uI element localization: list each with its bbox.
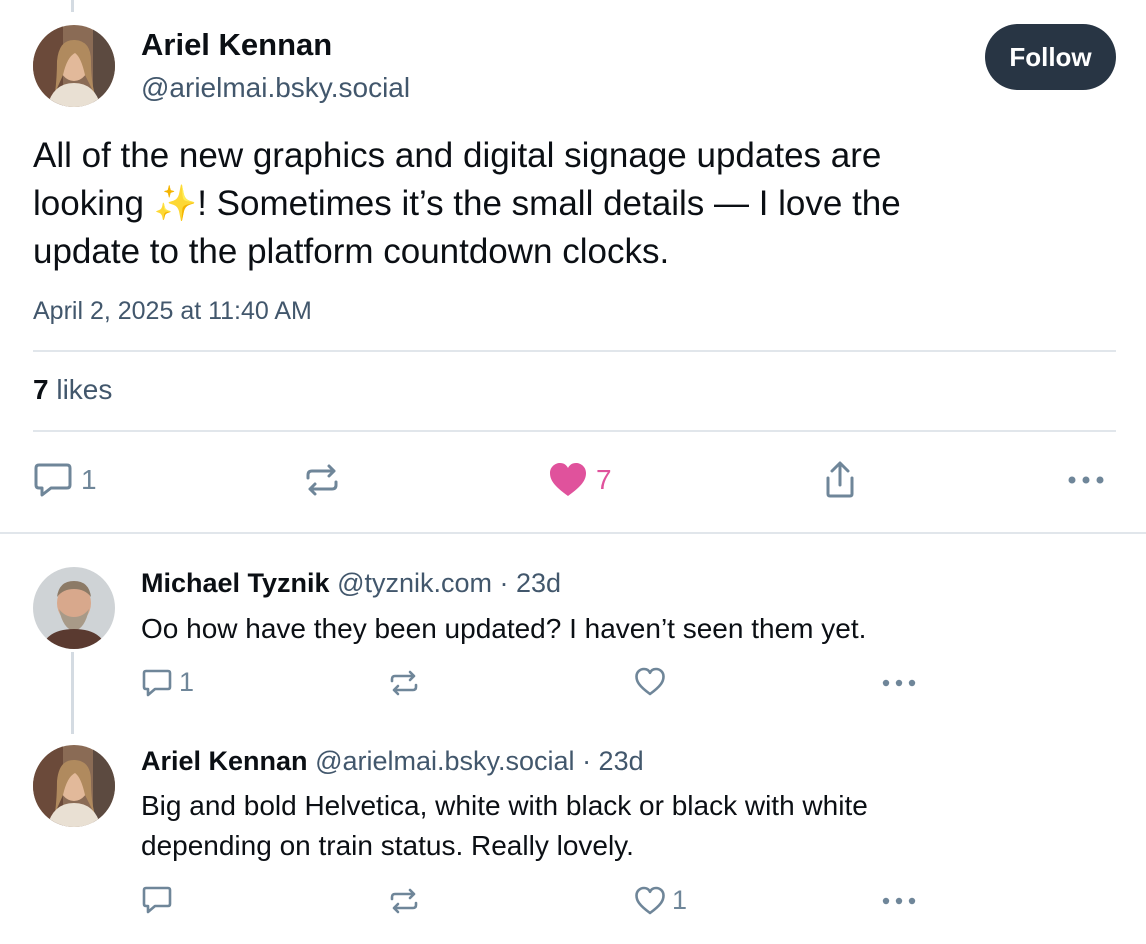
reply-author-avatar[interactable] bbox=[33, 567, 115, 649]
likes-count: 7 bbox=[33, 374, 49, 405]
avatar-image bbox=[33, 745, 115, 827]
heart-icon bbox=[550, 463, 586, 496]
section-divider bbox=[0, 532, 1146, 534]
reply-text: Oo how have they been updated? I haven’t… bbox=[141, 609, 866, 649]
ellipsis-icon bbox=[882, 679, 916, 687]
repost-arrows-icon bbox=[390, 670, 418, 696]
repost-button[interactable] bbox=[303, 462, 341, 498]
reply-text-line: Big and bold Helvetica, white with black… bbox=[141, 790, 868, 821]
repost-button[interactable] bbox=[388, 886, 420, 916]
repost-button[interactable] bbox=[388, 668, 420, 698]
heart-icon bbox=[635, 886, 665, 914]
post-timestamp[interactable]: April 2, 2025 at 11:40 AM bbox=[33, 297, 312, 326]
reply-author-handle[interactable]: @arielmai.bsky.social bbox=[315, 746, 574, 776]
like-count: 1 bbox=[672, 885, 688, 915]
avatar-image bbox=[33, 25, 115, 107]
speech-bubble-icon bbox=[142, 886, 172, 914]
share-icon bbox=[826, 461, 854, 498]
likes-label: likes bbox=[56, 374, 113, 405]
author-name[interactable]: Ariel Kennan bbox=[141, 27, 332, 63]
reply-author-name[interactable]: Ariel Kennan bbox=[141, 746, 308, 776]
post-text-line: All of the new graphics and digital sign… bbox=[33, 136, 882, 175]
thread-connector bbox=[71, 652, 74, 734]
repost-arrows-icon bbox=[390, 888, 418, 914]
like-button[interactable] bbox=[634, 667, 672, 697]
reply-author-name[interactable]: Michael Tyznik bbox=[141, 568, 330, 598]
reply-text-line: Oo how have they been updated? I haven’t… bbox=[141, 613, 867, 644]
thread-connector-top bbox=[71, 0, 74, 12]
ellipsis-icon bbox=[882, 897, 916, 905]
reply-author-avatar[interactable] bbox=[33, 745, 115, 827]
heart-icon bbox=[635, 667, 665, 696]
more-options-button[interactable] bbox=[1067, 470, 1105, 490]
speech-bubble-icon bbox=[34, 463, 72, 497]
reply-header: Ariel Kennan @arielmai.bsky.social · 23d bbox=[141, 746, 644, 777]
reply-button[interactable]: 1 bbox=[33, 462, 97, 498]
more-options-button[interactable] bbox=[881, 675, 917, 691]
likes-summary[interactable]: 7 likes bbox=[33, 374, 112, 406]
divider bbox=[33, 430, 1116, 432]
speech-bubble-icon bbox=[142, 669, 172, 696]
reply-text-line: depending on train status. Really lovely… bbox=[141, 830, 634, 861]
post-text-line: looking ✨! Sometimes it’s the small deta… bbox=[33, 184, 901, 223]
follow-button[interactable]: Follow bbox=[985, 24, 1116, 90]
author-handle[interactable]: @arielmai.bsky.social bbox=[141, 72, 410, 104]
post-text: All of the new graphics and digital sign… bbox=[33, 132, 1053, 276]
post-text-line: update to the platform countdown clocks. bbox=[33, 232, 670, 271]
divider bbox=[33, 350, 1116, 352]
ellipsis-icon bbox=[1068, 476, 1104, 484]
reply-author-handle[interactable]: @tyznik.com bbox=[337, 568, 492, 598]
reply-age[interactable]: · 23d bbox=[582, 746, 644, 776]
reply-count: 1 bbox=[179, 667, 195, 697]
like-count: 7 bbox=[596, 464, 612, 495]
share-button[interactable] bbox=[821, 460, 859, 500]
like-button[interactable]: 7 bbox=[548, 462, 612, 498]
repost-arrows-icon bbox=[306, 464, 338, 496]
avatar-image bbox=[33, 567, 115, 649]
reply-text: Big and bold Helvetica, white with black… bbox=[141, 786, 868, 866]
like-button[interactable]: 1 bbox=[634, 885, 687, 916]
reply-button[interactable] bbox=[141, 885, 179, 915]
reply-button[interactable]: 1 bbox=[141, 667, 194, 698]
reply-header: Michael Tyznik @tyznik.com · 23d bbox=[141, 568, 561, 599]
reply-count: 1 bbox=[81, 464, 97, 495]
reply-age[interactable]: · 23d bbox=[500, 568, 562, 598]
author-avatar[interactable] bbox=[33, 25, 115, 107]
more-options-button[interactable] bbox=[881, 893, 917, 909]
